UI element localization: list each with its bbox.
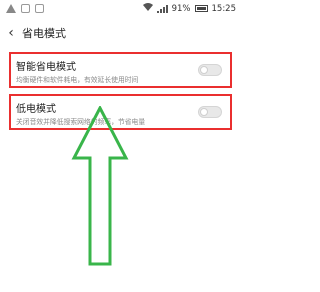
setting-label: 智能省电模式 [16, 62, 76, 73]
notification-icons [6, 4, 44, 13]
setting-smart-power-saving[interactable]: 智能省电模式 均衡硬件和软件耗电，有效延长使用时间 [9, 52, 232, 88]
up-arrow-annotation-icon [71, 106, 129, 266]
page-title: 省电模式 [22, 27, 66, 40]
system-indicators: 91% 15:25 [142, 3, 237, 14]
smart-power-saving-toggle[interactable] [198, 64, 222, 76]
signal-icon [156, 4, 168, 13]
clock: 15:25 [211, 3, 237, 14]
chevron-left-icon: ‹ [8, 25, 14, 41]
setting-label: 低电模式 [16, 104, 56, 115]
status-bar: 91% 15:25 [0, 0, 241, 18]
low-power-mode-toggle[interactable] [198, 106, 222, 118]
back-button[interactable]: ‹ [0, 25, 22, 41]
battery-percent: 91% [171, 3, 191, 14]
app-notification-icon [35, 4, 44, 13]
warning-icon [6, 4, 16, 13]
toggle-knob [200, 66, 208, 74]
wifi-icon [142, 3, 153, 14]
toggle-knob [200, 108, 208, 116]
page-header: ‹ 省电模式 [0, 22, 241, 44]
setting-description: 均衡硬件和软件耗电，有效延长使用时间 [16, 76, 139, 84]
battery-icon [194, 5, 208, 12]
notification-icon [21, 4, 30, 13]
